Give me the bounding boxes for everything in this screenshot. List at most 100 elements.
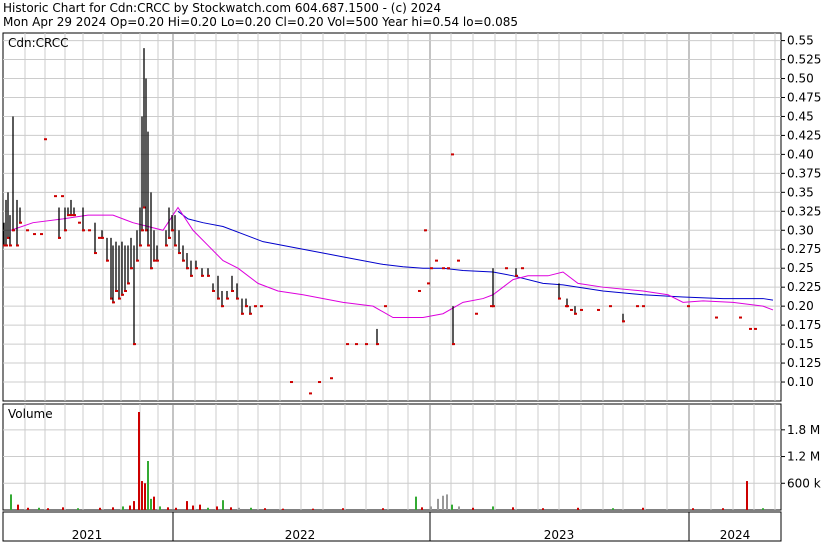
- volume-bar: [250, 507, 252, 510]
- volume-bar: [129, 505, 131, 510]
- volume-bar: [342, 508, 344, 510]
- price-tick-label: 0.25: [787, 261, 814, 275]
- price-tick-label: 0.35: [787, 185, 814, 199]
- volume-bar: [230, 507, 232, 510]
- close-marker: [156, 259, 159, 262]
- price-dot: [715, 316, 718, 319]
- volume-bar: [382, 508, 384, 510]
- close-marker: [221, 305, 224, 308]
- price-tick-label: 0.20: [787, 299, 814, 313]
- close-marker: [165, 244, 168, 247]
- price-dot: [565, 305, 568, 308]
- volume-bar: [437, 498, 439, 510]
- volume-bar: [264, 508, 266, 510]
- close-marker: [201, 274, 204, 277]
- price-dot: [435, 259, 438, 262]
- close-marker: [174, 244, 177, 247]
- price-dot: [54, 195, 57, 198]
- close-marker: [195, 267, 198, 270]
- close-marker: [112, 301, 115, 304]
- price-tick-label: 0.45: [787, 109, 814, 123]
- price-dot: [451, 153, 454, 156]
- volume-bar: [159, 506, 161, 510]
- price-panel-frame: [2, 32, 782, 402]
- volume-bar: [542, 508, 544, 510]
- price-dot: [384, 305, 387, 308]
- price-dot: [597, 308, 600, 311]
- time-axis-frame: [2, 511, 782, 542]
- close-marker: [182, 259, 185, 262]
- price-tick-label: 0.15: [787, 337, 814, 351]
- volume-bar: [472, 507, 474, 510]
- close-marker: [130, 267, 133, 270]
- price-dot: [687, 305, 690, 308]
- close-marker: [447, 267, 450, 270]
- volume-bar: [186, 501, 188, 510]
- volume-bar: [451, 504, 453, 510]
- close-marker: [101, 236, 104, 239]
- price-tick-label: 0.425: [787, 128, 821, 142]
- volume-bar: [415, 496, 417, 510]
- close-marker: [168, 236, 171, 239]
- close-marker: [254, 305, 257, 308]
- price-dot: [40, 233, 43, 236]
- volume-label: Volume: [8, 407, 53, 421]
- price-dot: [427, 282, 430, 285]
- price-tick-label: 0.125: [787, 356, 821, 370]
- price-dot: [642, 305, 645, 308]
- volume-bar: [216, 506, 218, 510]
- close-marker: [558, 297, 561, 300]
- volume-bar: [175, 507, 177, 510]
- close-marker: [64, 229, 67, 232]
- price-dot: [442, 267, 445, 270]
- close-marker: [121, 293, 124, 296]
- price-dot: [330, 377, 333, 380]
- volume-bar: [10, 494, 12, 510]
- close-marker: [376, 343, 379, 346]
- volume-bar: [167, 507, 169, 510]
- volume-bar: [112, 507, 114, 510]
- price-tick-label: 0.40: [787, 147, 814, 161]
- price-dot: [475, 312, 478, 315]
- volume-bar: [153, 496, 155, 510]
- volume-bar: [144, 483, 146, 510]
- volume-bar: [442, 495, 444, 510]
- volume-bar: [238, 507, 240, 510]
- close-marker: [141, 229, 144, 232]
- close-marker: [241, 312, 244, 315]
- close-marker: [622, 320, 625, 323]
- close-marker: [207, 274, 210, 277]
- close-marker: [9, 244, 12, 247]
- close-marker: [153, 259, 156, 262]
- close-marker: [67, 214, 70, 217]
- volume-bar: [17, 504, 19, 510]
- price-dot: [580, 308, 583, 311]
- price-dot: [636, 305, 639, 308]
- price-tick-label: 0.225: [787, 280, 821, 294]
- volume-bar: [47, 508, 49, 510]
- close-marker: [12, 229, 15, 232]
- price-tick-label: 0.475: [787, 90, 821, 104]
- close-marker: [124, 289, 127, 292]
- price-tick-label: 0.525: [787, 53, 821, 67]
- price-dot: [44, 138, 47, 141]
- close-marker: [171, 229, 174, 232]
- close-marker: [574, 312, 577, 315]
- volume-bar: [38, 507, 40, 510]
- price-dot: [609, 305, 612, 308]
- price-tick-label: 0.50: [787, 72, 814, 86]
- price-dot: [430, 267, 433, 270]
- price-dot: [570, 308, 573, 311]
- close-marker: [94, 252, 97, 255]
- close-marker: [16, 244, 19, 247]
- volume-bar: [199, 504, 201, 510]
- volume-bar: [746, 481, 748, 510]
- close-marker: [133, 343, 136, 346]
- close-marker: [136, 259, 139, 262]
- volume-bar: [692, 508, 694, 510]
- close-marker: [260, 305, 263, 308]
- volume-bar: [458, 506, 460, 510]
- price-dot: [457, 259, 460, 262]
- close-marker: [226, 297, 229, 300]
- close-marker: [127, 282, 130, 285]
